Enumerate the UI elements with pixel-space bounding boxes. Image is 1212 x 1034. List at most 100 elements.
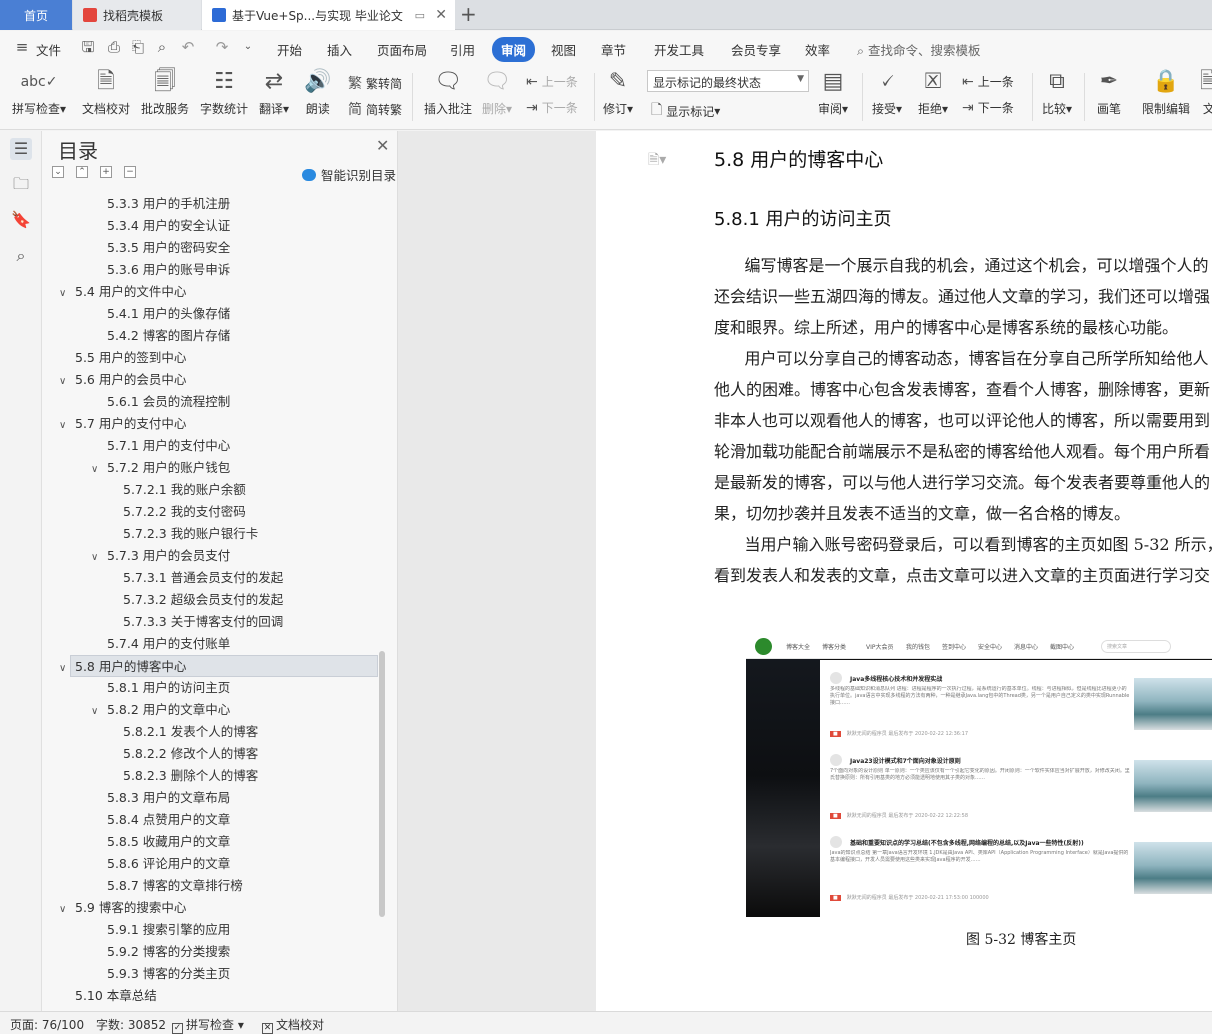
- doc-check-button[interactable]: 🗎 文档校对: [82, 67, 130, 117]
- markup-state-select[interactable]: 显示标记的最终状态 ▼: [647, 70, 809, 92]
- toc-item[interactable]: 5.5 用户的签到中心: [42, 347, 382, 369]
- toc-item[interactable]: 5.8.2.1 发表个人的博客: [42, 721, 382, 743]
- menu-reference[interactable]: 引用: [450, 40, 475, 59]
- chevron-down-icon[interactable]: ∨: [59, 899, 73, 921]
- next-comment-button[interactable]: ⇥ 下一条: [526, 99, 578, 116]
- redo-icon[interactable]: ↷: [214, 39, 230, 55]
- toc-item[interactable]: 5.9.2 博客的分类搜索: [42, 941, 382, 963]
- word-count-indicator[interactable]: 字数: 30852: [96, 1016, 166, 1033]
- toc-item[interactable]: 5.7.3.2 超级会员支付的发起: [42, 589, 382, 611]
- toc-item[interactable]: 5.8.2.3 删除个人的博客: [42, 765, 382, 787]
- menu-review[interactable]: 审阅: [492, 37, 536, 62]
- chevron-down-icon[interactable]: ∨: [91, 701, 105, 723]
- word-count-button[interactable]: ☷ 字数统计: [200, 67, 248, 117]
- doc-check-toggle[interactable]: ✕ 文档校对: [262, 1016, 324, 1034]
- toc-item[interactable]: 5.4.1 用户的头像存储: [42, 303, 382, 325]
- toc-item[interactable]: 5.6.1 会员的流程控制: [42, 391, 382, 413]
- search-icon[interactable]: ⌕: [10, 245, 32, 267]
- toc-item[interactable]: ∨ 5.7 用户的支付中心: [42, 413, 382, 435]
- menu-efficiency[interactable]: 效率: [805, 40, 830, 59]
- close-icon[interactable]: ✕: [376, 136, 389, 155]
- toc-item[interactable]: 5.8.6 评论用户的文章: [42, 853, 382, 875]
- toc-item[interactable]: ∨ 5.6 用户的会员中心: [42, 369, 382, 391]
- spell-check-toggle[interactable]: ✓ 拼写检查 ▾: [172, 1016, 244, 1034]
- menu-dev-tools[interactable]: 开发工具: [654, 40, 704, 59]
- toc-item[interactable]: 5.4.2 博客的图片存储: [42, 325, 382, 347]
- toc-item[interactable]: 5.3.4 用户的安全认证: [42, 215, 382, 237]
- toc-item[interactable]: 5.10 本章总结: [42, 985, 382, 1007]
- restrict-edit-button[interactable]: 🔒 限制编辑: [1142, 67, 1190, 117]
- toc-item[interactable]: 5.7.2.3 我的账户银行卡: [42, 523, 382, 545]
- track-changes-button[interactable]: ✎ 修订▾: [603, 67, 633, 117]
- toc-item[interactable]: 5.7.1 用户的支付中心: [42, 435, 382, 457]
- toc-item[interactable]: 5.8.4 点赞用户的文章: [42, 809, 382, 831]
- toc-scrollbar[interactable]: [379, 651, 385, 917]
- collapse-all-icon[interactable]: −: [124, 166, 136, 178]
- chevron-down-icon[interactable]: ∨: [59, 415, 73, 437]
- toc-item[interactable]: 5.7.3.1 普通会员支付的发起: [42, 567, 382, 589]
- plus-icon[interactable]: +: [460, 2, 477, 26]
- export-pdf-icon[interactable]: ⎙: [106, 39, 122, 55]
- toc-item[interactable]: ∨ 5.8 用户的博客中心: [59, 655, 378, 677]
- document-page[interactable]: 🗎▾ 5.8 用户的博客中心 5.8.1 用户的访问主页 编写博客是一个展示自我…: [596, 131, 1212, 1011]
- spell-check-button[interactable]: abc✓ 拼写检查▾: [12, 67, 66, 117]
- hamburger-icon[interactable]: ≡: [14, 39, 30, 55]
- menu-page-layout[interactable]: 页面布局: [377, 40, 427, 59]
- toc-item[interactable]: 5.9.1 搜索引擎的应用: [42, 919, 382, 941]
- review-pane-button[interactable]: ▤ 审阅▾: [818, 67, 848, 117]
- read-aloud-button[interactable]: 🔊 朗读: [304, 67, 331, 117]
- toc-item[interactable]: 5.7.4 用户的支付账单: [42, 633, 382, 655]
- toc-item[interactable]: 5.7.2.1 我的账户余额: [42, 479, 382, 501]
- expand-all-icon[interactable]: +: [100, 166, 112, 178]
- toc-item[interactable]: 5.9.3 博客的分类主页: [42, 963, 382, 985]
- menu-start[interactable]: 开始: [277, 40, 302, 59]
- page-indicator[interactable]: 页面: 76/100: [10, 1016, 84, 1033]
- save-icon[interactable]: 🖫: [80, 39, 96, 55]
- toc-item[interactable]: 5.7.3.3 关于博客支付的回调: [42, 611, 382, 633]
- menu-chapter[interactable]: 章节: [601, 40, 626, 59]
- simp-to-trad-button[interactable]: 简简转繁: [348, 99, 402, 119]
- toc-item[interactable]: ∨ 5.4 用户的文件中心: [42, 281, 382, 303]
- chevron-down-icon[interactable]: ∨: [91, 459, 105, 481]
- menu-view[interactable]: 视图: [551, 40, 576, 59]
- show-markup-button[interactable]: 🗋 显示标记 ▾: [651, 99, 720, 123]
- toc-item[interactable]: ∨ 5.7.3 用户的会员支付: [42, 545, 382, 567]
- prev-change-button[interactable]: ⇤ 上一条: [962, 73, 1014, 90]
- tab-template[interactable]: 找稻壳模板: [73, 0, 201, 30]
- page-options-icon[interactable]: 🗎▾: [648, 149, 666, 173]
- collapse-up-icon[interactable]: ⌃: [76, 166, 88, 178]
- menu-insert[interactable]: 插入: [327, 40, 352, 59]
- chapter-icon[interactable]: 🗀: [10, 173, 32, 195]
- bookmark-icon[interactable]: 🔖: [10, 209, 32, 231]
- tab-document[interactable]: 基于Vue+Sp...与实现 毕业论文 ▭ ✕: [202, 0, 455, 30]
- undo-icon[interactable]: ↶: [180, 39, 196, 55]
- toc-item[interactable]: 5.3.5 用户的密码安全: [42, 237, 382, 259]
- pen-button[interactable]: ✒ 画笔: [1097, 67, 1121, 117]
- compare-button[interactable]: ⧉ 比较▾: [1042, 67, 1072, 117]
- toc-item[interactable]: 5.8.5 收藏用户的文章: [42, 831, 382, 853]
- smart-toc-button[interactable]: 智能识别目录: [302, 165, 396, 184]
- toc-item[interactable]: 5.8.1 用户的访问主页: [42, 677, 382, 699]
- accept-button[interactable]: 🗸 接受▾: [872, 67, 902, 117]
- command-search[interactable]: ⌕ 查找命令、搜索模板: [857, 40, 981, 59]
- reject-button[interactable]: 🗵 拒绝▾: [918, 67, 948, 117]
- menu-file[interactable]: 文件: [36, 40, 61, 59]
- chevron-down-icon[interactable]: ∨: [59, 283, 73, 305]
- chevron-down-icon[interactable]: ∨: [91, 547, 105, 569]
- batch-service-button[interactable]: 🗐 批改服务: [141, 67, 189, 117]
- chevron-down-icon[interactable]: ∨: [59, 371, 73, 393]
- more-button[interactable]: 🗎 文: [1200, 67, 1212, 117]
- toc-item[interactable]: 5.7.2.2 我的支付密码: [42, 501, 382, 523]
- toc-item[interactable]: 5.3.3 用户的手机注册: [42, 193, 382, 215]
- toc-item[interactable]: ∨ 5.7.2 用户的账户钱包: [42, 457, 382, 479]
- toc-item[interactable]: 5.3.6 用户的账号申诉: [42, 259, 382, 281]
- translate-button[interactable]: ⇄ 翻译▾: [259, 67, 289, 117]
- close-icon[interactable]: ✕: [435, 7, 447, 23]
- trad-to-simp-button[interactable]: 繁繁转简: [348, 73, 402, 93]
- toc-item[interactable]: ∨ 5.8.2 用户的文章中心: [42, 699, 382, 721]
- toc-icon[interactable]: ☰: [10, 138, 32, 160]
- toc-item[interactable]: 5.8.2.2 修改个人的博客: [42, 743, 382, 765]
- print-preview-icon[interactable]: ⌕: [154, 39, 170, 55]
- chevron-down-icon[interactable]: ⌄: [240, 39, 256, 55]
- next-change-button[interactable]: ⇥ 下一条: [962, 99, 1014, 116]
